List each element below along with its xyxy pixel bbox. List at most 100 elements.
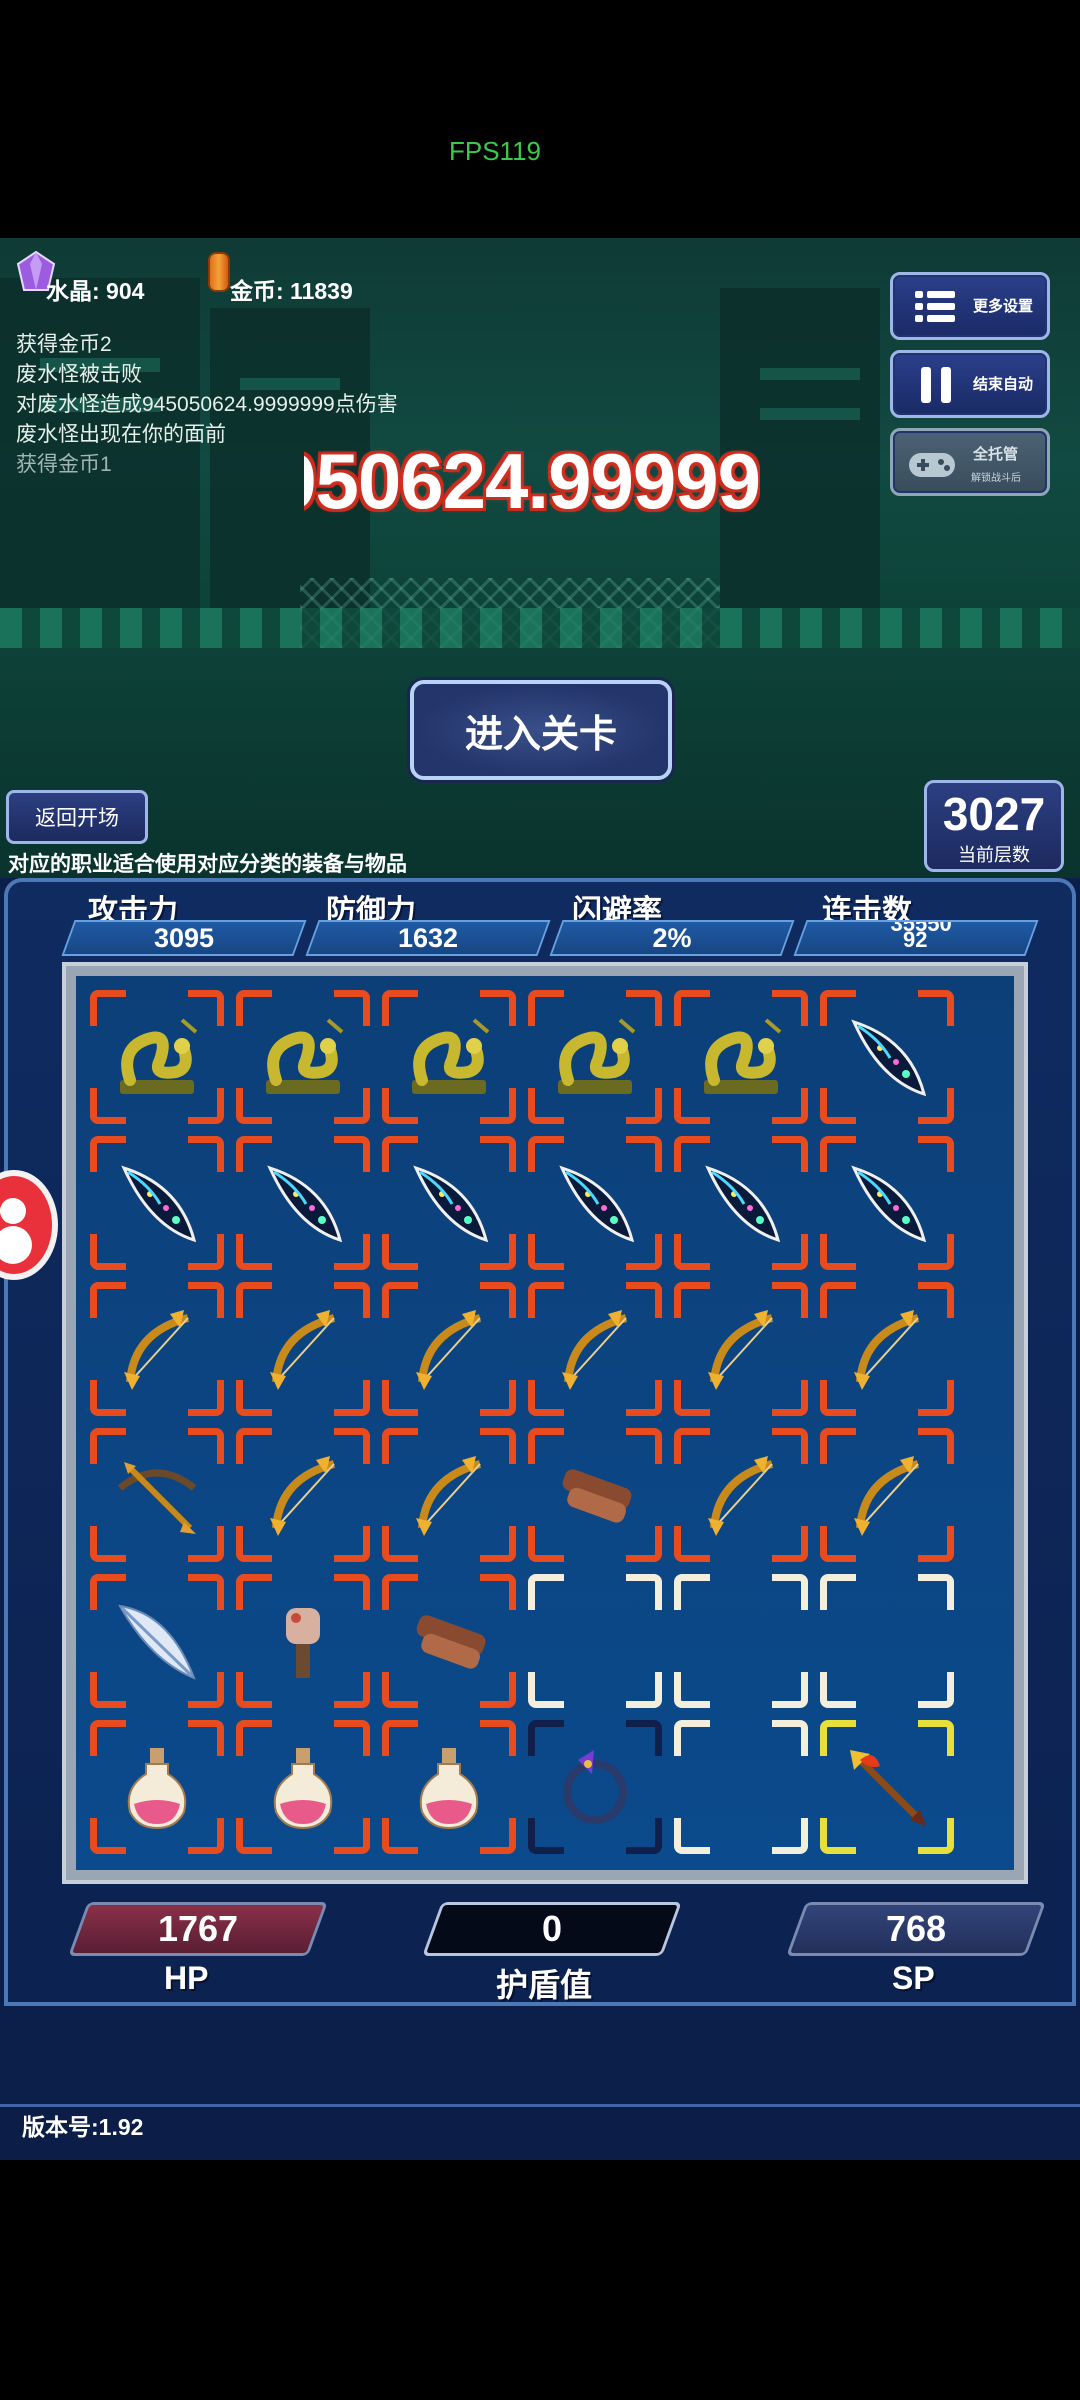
inventory-slot[interactable] — [236, 1720, 370, 1854]
log-line: 废水怪被击败 — [16, 363, 142, 386]
fps-counter: FPS119 — [448, 136, 541, 166]
serpent-icon — [402, 1010, 496, 1104]
feather-blade-icon — [840, 1010, 934, 1104]
sp-box: 768 — [786, 1902, 1046, 1956]
inventory-slot[interactable] — [382, 1282, 516, 1416]
inventory-slot-empty[interactable] — [674, 1720, 808, 1854]
fire-arrow-icon — [840, 1740, 934, 1834]
hp-label: HP — [164, 1960, 209, 1996]
end-auto-button[interactable]: 结束自动 — [890, 350, 1050, 418]
shield-value: 0 — [541, 1908, 563, 1949]
golden-bow-icon — [256, 1302, 350, 1396]
dodge-value: 2% — [652, 923, 692, 953]
golden-bow-icon — [694, 1448, 788, 1542]
golden-bow-icon — [402, 1448, 496, 1542]
floor-caption: 当前层数 — [958, 845, 1030, 865]
inventory-slot[interactable] — [236, 1136, 370, 1270]
inventory-slot[interactable] — [674, 1428, 808, 1562]
inventory-slot[interactable] — [820, 1136, 954, 1270]
inventory-slot[interactable] — [90, 1720, 224, 1854]
inventory-slot[interactable] — [90, 1136, 224, 1270]
inventory-slot[interactable] — [674, 1136, 808, 1270]
golden-bow-icon — [548, 1302, 642, 1396]
potion-icon — [402, 1740, 496, 1834]
auto-play-label: 全托管 — [973, 446, 1019, 463]
feather-blade-icon — [840, 1156, 934, 1250]
auto-play-sublabel: 解锁战斗后 — [971, 473, 1021, 484]
golden-bow-icon — [402, 1302, 496, 1396]
inventory-slot[interactable] — [90, 1282, 224, 1416]
end-auto-label: 结束自动 — [973, 376, 1034, 393]
auto-play-button[interactable]: 全托管 解锁战斗后 — [890, 428, 1050, 496]
feather-blade-icon — [548, 1156, 642, 1250]
inventory-slot[interactable] — [382, 1428, 516, 1562]
inventory-slot[interactable] — [528, 990, 662, 1124]
log-line: 对废水怪造成945050624.9999999点伤害 — [16, 393, 398, 416]
combo-value-box: 35550 92 — [793, 920, 1039, 956]
inventory-slot[interactable] — [90, 1574, 224, 1708]
list-icon — [915, 291, 955, 322]
footer-bar — [0, 2104, 1080, 2160]
serpent-icon — [694, 1010, 788, 1104]
gold-count: 金币: 11839 — [230, 278, 353, 304]
inventory-slot[interactable] — [236, 1428, 370, 1562]
inventory-slot[interactable] — [90, 990, 224, 1124]
back-to-start-button[interactable]: 返回开场 — [6, 790, 148, 844]
inventory-slot-empty[interactable] — [820, 1574, 954, 1708]
inventory-slot[interactable] — [674, 1282, 808, 1416]
hp-value: 1767 — [157, 1908, 239, 1949]
leather-scroll-icon — [548, 1448, 642, 1542]
inventory-slot-empty[interactable] — [674, 1574, 808, 1708]
inventory-slot[interactable] — [820, 1720, 954, 1854]
class-hint-text: 对应的职业适合使用对应分类的装备与物品 — [8, 853, 407, 876]
inventory-slot[interactable] — [528, 1720, 662, 1854]
inventory-slot[interactable] — [382, 1574, 516, 1708]
inventory-slot[interactable] — [820, 990, 954, 1124]
crossbow-icon — [110, 1448, 204, 1542]
combo-value-bottom: 92 — [903, 927, 928, 952]
dark-ring-icon — [548, 1740, 642, 1834]
gamepad-icon — [909, 453, 955, 477]
inventory-slot[interactable] — [382, 1720, 516, 1854]
defense-value: 1632 — [397, 923, 459, 953]
potion-icon — [110, 1740, 204, 1834]
inventory-slot[interactable] — [382, 990, 516, 1124]
potion-icon — [256, 1740, 350, 1834]
shield-label: 护盾值 — [496, 1967, 593, 2003]
inventory-slot-empty[interactable] — [528, 1574, 662, 1708]
inventory-slot[interactable] — [820, 1282, 954, 1416]
attack-value: 3095 — [153, 923, 215, 953]
shield-box: 0 — [422, 1902, 682, 1956]
inventory-slot[interactable] — [382, 1136, 516, 1270]
inventory-grid-frame — [62, 962, 1028, 1884]
golden-bow-icon — [110, 1302, 204, 1396]
inventory-slot[interactable] — [236, 1574, 370, 1708]
inventory-slot[interactable] — [528, 1428, 662, 1562]
fist-item-icon — [256, 1594, 350, 1688]
damage-popup: 950624.99999 — [304, 437, 760, 516]
inventory-slot[interactable] — [674, 990, 808, 1124]
sp-value: 768 — [885, 1908, 947, 1949]
current-floor: 3027 当前层数 — [924, 780, 1064, 872]
inventory-slot[interactable] — [90, 1428, 224, 1562]
feather-blade-icon — [110, 1156, 204, 1250]
sp-label: SP — [892, 1960, 935, 1996]
crystal-count: 水晶: 904 — [46, 278, 145, 304]
inventory-slot[interactable] — [820, 1428, 954, 1562]
inventory-slot[interactable] — [528, 1282, 662, 1416]
defense-value-box: 1632 — [305, 920, 551, 956]
inventory-grid — [76, 976, 1014, 1870]
golden-bow-icon — [694, 1302, 788, 1396]
feather-blade-icon — [256, 1156, 350, 1250]
attack-value-box: 3095 — [61, 920, 307, 956]
enter-level-button[interactable]: 进入关卡 — [410, 680, 672, 780]
pause-icon — [921, 367, 951, 403]
inventory-slot[interactable] — [528, 1136, 662, 1270]
more-settings-button[interactable]: 更多设置 — [890, 272, 1050, 340]
serpent-icon — [256, 1010, 350, 1104]
feather-blade-icon — [694, 1156, 788, 1250]
inventory-slot[interactable] — [236, 990, 370, 1124]
inventory-slot[interactable] — [236, 1282, 370, 1416]
serpent-icon — [548, 1010, 642, 1104]
golden-bow-icon — [256, 1448, 350, 1542]
